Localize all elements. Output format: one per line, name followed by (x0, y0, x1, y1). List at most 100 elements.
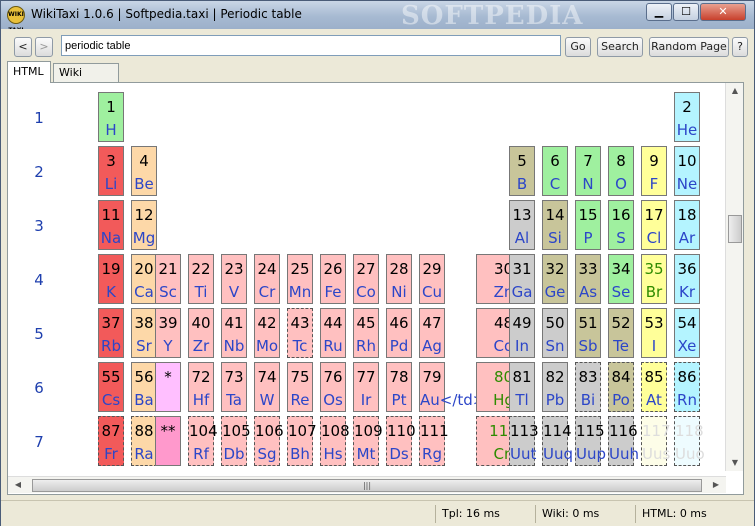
vertical-scroll-thumb[interactable] (728, 215, 742, 243)
element-cell[interactable]: 77 Ir (353, 362, 379, 412)
element-cell[interactable]: 24 Cr (254, 254, 280, 304)
minimize-button[interactable]: ▁ (646, 3, 672, 21)
element-symbol[interactable]: F (642, 175, 666, 193)
horizontal-scrollbar[interactable]: ◀ ||| ▶ (8, 476, 726, 493)
element-cell[interactable]: 85 At (641, 362, 667, 412)
element-symbol[interactable]: Te (609, 337, 633, 355)
element-cell[interactable]: 10 Ne (674, 146, 700, 196)
element-cell[interactable]: 105 Db (221, 416, 251, 466)
element-cell[interactable]: 116 Uuh (608, 416, 639, 466)
element-cell[interactable]: 107 Bh (287, 416, 317, 466)
element-symbol[interactable]: C (543, 175, 567, 193)
element-symbol[interactable]: Uuo (675, 445, 705, 463)
element-symbol[interactable]: Uut (510, 445, 536, 463)
element-cell[interactable]: 75 Re (287, 362, 313, 412)
element-symbol[interactable]: Br (642, 283, 666, 301)
element-cell[interactable]: 16 S (608, 200, 634, 250)
element-symbol[interactable]: At (642, 391, 666, 409)
element-symbol[interactable]: P (576, 229, 600, 247)
element-symbol[interactable]: Po (609, 391, 633, 409)
element-symbol[interactable]: Ag (420, 337, 444, 355)
element-symbol[interactable]: Ni (387, 283, 411, 301)
element-cell[interactable]: 35 Br (641, 254, 667, 304)
element-symbol[interactable]: Se (609, 283, 633, 301)
element-cell[interactable]: 108 Hs (320, 416, 350, 466)
forward-button[interactable]: > (35, 37, 53, 57)
element-symbol[interactable]: Hf (189, 391, 213, 409)
element-symbol[interactable]: Ca (132, 283, 156, 301)
element-cell[interactable]: 113 Uut (509, 416, 539, 466)
element-symbol[interactable]: Y (156, 337, 180, 355)
element-cell[interactable]: 17 Cl (641, 200, 667, 250)
tab-wiki-source[interactable]: Wiki Source (53, 63, 119, 96)
element-cell[interactable]: 115 Uup (575, 416, 606, 466)
element-cell[interactable]: 40 Zr (188, 308, 214, 358)
element-cell[interactable]: 54 Xe (674, 308, 700, 358)
element-symbol[interactable]: Sn (543, 337, 567, 355)
element-symbol[interactable]: Sg (255, 445, 279, 463)
element-symbol[interactable]: Rg (420, 445, 444, 463)
element-symbol[interactable]: Xe (675, 337, 699, 355)
element-cell[interactable]: 104 Rf (188, 416, 218, 466)
element-cell[interactable]: 37 Rb (98, 308, 124, 358)
element-symbol[interactable]: Rh (354, 337, 378, 355)
search-input[interactable] (61, 35, 561, 56)
element-cell[interactable]: 84 Po (608, 362, 634, 412)
go-button[interactable]: Go (565, 37, 591, 57)
element-cell[interactable]: 79 Au</td> (419, 362, 485, 412)
element-cell[interactable]: 1H (98, 92, 124, 142)
element-cell[interactable]: 4 Be (131, 146, 157, 196)
element-symbol[interactable]: H (99, 121, 123, 139)
element-cell[interactable]: 2 He (674, 92, 700, 142)
element-cell[interactable]: 29 Cu (419, 254, 445, 304)
element-symbol[interactable]: Bi (576, 391, 600, 409)
element-cell[interactable]: 114 Uuq (542, 416, 573, 466)
element-symbol[interactable]: V (222, 283, 246, 301)
element-cell[interactable]: 86 Rn (674, 362, 700, 412)
element-cell[interactable]: 23 V (221, 254, 247, 304)
element-symbol[interactable]: Ra (132, 445, 156, 463)
element-symbol[interactable]: Sc (156, 283, 180, 301)
element-cell[interactable]: 42 Mo (254, 308, 280, 358)
element-symbol[interactable]: Re (288, 391, 312, 409)
element-symbol[interactable]: Ir (354, 391, 378, 409)
element-cell[interactable]: 82 Pb (542, 362, 568, 412)
element-symbol[interactable]: Rn (675, 391, 699, 409)
element-cell[interactable]: 9F (641, 146, 667, 196)
element-cell[interactable]: 31 Ga (509, 254, 535, 304)
element-symbol[interactable]: Ds (387, 445, 411, 463)
element-cell[interactable]: 34 Se (608, 254, 634, 304)
element-symbol[interactable]: Mt (354, 445, 378, 463)
element-cell[interactable]: 8O (608, 146, 634, 196)
scroll-down-icon[interactable]: ▼ (727, 455, 743, 471)
element-cell[interactable]: 81 Tl (509, 362, 535, 412)
element-symbol[interactable]: Fe (321, 283, 345, 301)
element-symbol[interactable]: B (510, 175, 534, 193)
element-symbol[interactable]: Zr (189, 337, 213, 355)
element-cell[interactable]: 6C (542, 146, 568, 196)
element-cell[interactable]: 5B (509, 146, 535, 196)
element-symbol[interactable]: Be (132, 175, 156, 193)
random-page-button[interactable]: Random Page (649, 37, 729, 57)
element-symbol[interactable]: Cr (255, 283, 279, 301)
element-cell[interactable]: 76 Os (320, 362, 346, 412)
element-symbol[interactable]: Mn (288, 283, 312, 301)
title-bar[interactable]: WIKI TAXI WikiTaxi 1.0.6 | Softpedia.tax… (1, 1, 754, 34)
element-symbol[interactable]: Sr (132, 337, 156, 355)
element-cell[interactable]: 15 P (575, 200, 601, 250)
element-cell[interactable]: 106 Sg (254, 416, 284, 466)
element-cell[interactable]: 25 Mn (287, 254, 313, 304)
element-symbol[interactable]: Hs (321, 445, 345, 463)
element-symbol[interactable]: S (609, 229, 633, 247)
scroll-right-icon[interactable]: ▶ (708, 477, 724, 493)
element-symbol[interactable]: Ga (510, 283, 534, 301)
element-cell[interactable]: 43 Tc (287, 308, 313, 358)
element-symbol[interactable]: Bh (288, 445, 312, 463)
element-symbol[interactable]: He (675, 121, 699, 139)
element-cell[interactable]: 109 Mt (353, 416, 383, 466)
element-cell[interactable]: 13 Al (509, 200, 535, 250)
element-cell[interactable]: 36 Kr (674, 254, 700, 304)
element-symbol[interactable]: Mg (132, 229, 156, 247)
element-symbol[interactable]: Cs (99, 391, 123, 409)
element-cell[interactable]: 32 Ge (542, 254, 568, 304)
